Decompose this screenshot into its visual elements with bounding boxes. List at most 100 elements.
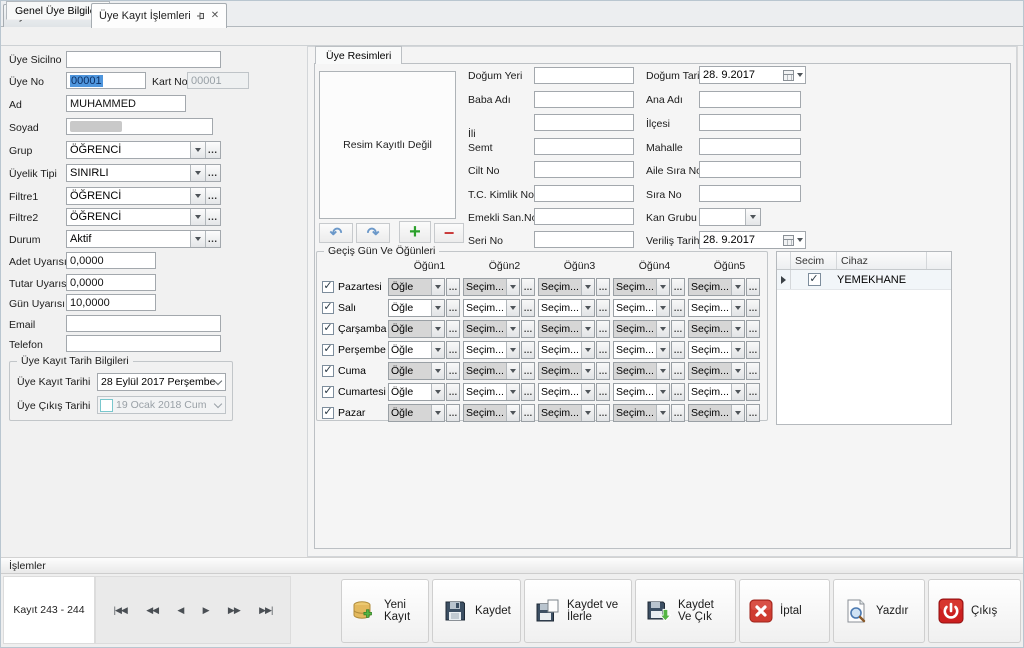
dropdown-arrow-icon[interactable] [581, 405, 594, 421]
uye-sicilno-input[interactable] [66, 51, 221, 68]
meal-ellipsis-button[interactable]: … [446, 362, 460, 380]
chevron-down-icon[interactable] [215, 374, 225, 390]
meal-combo[interactable]: Seçim... [613, 383, 670, 401]
meal-ellipsis-button[interactable]: … [746, 278, 760, 296]
filtre1-combo[interactable]: ÖĞRENCİ … [66, 187, 221, 205]
meal-ellipsis-button[interactable]: … [446, 299, 460, 317]
meal-combo[interactable]: Seçim... [688, 404, 745, 422]
secim-column-header[interactable]: Secim [791, 252, 837, 269]
meal-ellipsis-button[interactable]: … [596, 320, 610, 338]
baba-adi-input[interactable] [534, 91, 634, 108]
meal-ellipsis-button[interactable]: … [521, 341, 535, 359]
filtre2-combo[interactable]: ÖĞRENCİ … [66, 208, 221, 226]
email-input[interactable] [66, 315, 221, 332]
dropdown-arrow-icon[interactable] [731, 300, 744, 316]
yazdir-button[interactable]: Yazdır [833, 579, 925, 643]
dropdown-arrow-icon[interactable] [656, 279, 669, 295]
dropdown-arrow-icon[interactable] [190, 209, 205, 225]
meal-combo[interactable]: Seçim... [613, 362, 670, 380]
meal-combo[interactable]: Seçim... [613, 299, 670, 317]
ellipsis-button[interactable]: … [205, 142, 220, 158]
cilt-no-input[interactable] [534, 161, 634, 178]
dropdown-arrow-icon[interactable] [731, 363, 744, 379]
dropdown-arrow-icon[interactable] [431, 405, 444, 421]
soyad-input[interactable] [66, 118, 213, 135]
photo-prev-button[interactable]: ↶ [319, 223, 353, 243]
meal-combo[interactable]: Seçim... [538, 320, 595, 338]
meal-ellipsis-button[interactable]: … [446, 278, 460, 296]
meal-ellipsis-button[interactable]: … [746, 341, 760, 359]
dogum-yeri-input[interactable] [534, 67, 634, 84]
gun-uyarisi-input[interactable]: 10,0000 [66, 294, 156, 311]
meal-ellipsis-button[interactable]: … [671, 299, 685, 317]
meal-combo[interactable]: Seçim... [688, 362, 745, 380]
nav-next-button[interactable]: ▶ [203, 605, 209, 616]
meal-combo[interactable]: Seçim... [538, 341, 595, 359]
dropdown-arrow-icon[interactable] [731, 342, 744, 358]
adet-uyarisi-input[interactable]: 0,0000 [66, 252, 156, 269]
day-checkbox[interactable]: ✓ [322, 365, 334, 377]
meal-ellipsis-button[interactable]: … [446, 383, 460, 401]
dropdown-arrow-icon[interactable] [506, 279, 519, 295]
dropdown-arrow-icon[interactable] [656, 363, 669, 379]
meal-ellipsis-button[interactable]: … [746, 299, 760, 317]
meal-combo[interactable]: Seçim... [463, 278, 520, 296]
meal-combo[interactable]: Öğle [388, 383, 445, 401]
meal-combo[interactable]: Seçim... [688, 299, 745, 317]
calendar-icon[interactable] [783, 232, 805, 248]
meal-combo[interactable]: Seçim... [613, 278, 670, 296]
meal-combo[interactable]: Seçim... [688, 278, 745, 296]
dropdown-arrow-icon[interactable] [656, 384, 669, 400]
meal-combo[interactable]: Öğle [388, 341, 445, 359]
dropdown-arrow-icon[interactable] [190, 188, 205, 204]
meal-combo[interactable]: Seçim... [463, 299, 520, 317]
yeni-kayit-button[interactable]: Yeni Kayıt [341, 579, 429, 643]
dropdown-arrow-icon[interactable] [581, 342, 594, 358]
dropdown-arrow-icon[interactable] [581, 300, 594, 316]
dropdown-arrow-icon[interactable] [190, 231, 205, 247]
dogum-tarihi-date[interactable]: 28. 9.2017 [699, 66, 806, 84]
dropdown-arrow-icon[interactable] [731, 321, 744, 337]
meal-combo[interactable]: Öğle [388, 299, 445, 317]
ili-input[interactable] [534, 114, 634, 131]
cikis-tarihi-checkbox[interactable] [100, 399, 113, 412]
photo-remove-button[interactable]: − [434, 223, 464, 243]
meal-ellipsis-button[interactable]: … [521, 362, 535, 380]
ad-input[interactable]: MUHAMMED [66, 95, 186, 112]
emekli-san-no-input[interactable] [534, 208, 634, 225]
meal-ellipsis-button[interactable]: … [746, 404, 760, 422]
meal-ellipsis-button[interactable]: … [596, 383, 610, 401]
meal-combo[interactable]: Seçim... [538, 362, 595, 380]
ana-adi-input[interactable] [699, 91, 801, 108]
meal-combo[interactable]: Seçim... [688, 320, 745, 338]
meal-combo[interactable]: Öğle [388, 404, 445, 422]
dropdown-arrow-icon[interactable] [506, 300, 519, 316]
meal-ellipsis-button[interactable]: … [746, 383, 760, 401]
telefon-input[interactable] [66, 335, 221, 352]
uye-no-input[interactable]: 00001 [66, 72, 146, 89]
ellipsis-button[interactable]: … [205, 209, 220, 225]
meal-ellipsis-button[interactable]: … [746, 362, 760, 380]
dropdown-arrow-icon[interactable] [431, 321, 444, 337]
meal-ellipsis-button[interactable]: … [671, 404, 685, 422]
uye-kayit-tarihi-combo[interactable]: 28 Eylül 2017 Perşembe [97, 373, 226, 391]
meal-ellipsis-button[interactable]: … [521, 320, 535, 338]
dropdown-arrow-icon[interactable] [656, 300, 669, 316]
meal-combo[interactable]: Seçim... [463, 341, 520, 359]
dropdown-arrow-icon[interactable] [190, 142, 205, 158]
meal-ellipsis-button[interactable]: … [596, 341, 610, 359]
islemler-bar[interactable]: İşlemler [1, 557, 1024, 574]
nav-next-page-button[interactable]: ▶▶ [228, 605, 240, 616]
mahalle-input[interactable] [699, 138, 801, 155]
meal-ellipsis-button[interactable]: … [446, 341, 460, 359]
day-checkbox[interactable]: ✓ [322, 386, 334, 398]
dropdown-arrow-icon[interactable] [745, 209, 760, 225]
meal-combo[interactable]: Seçim... [463, 320, 520, 338]
meal-ellipsis-button[interactable]: … [596, 299, 610, 317]
day-checkbox[interactable]: ✓ [322, 323, 334, 335]
dropdown-arrow-icon[interactable] [506, 363, 519, 379]
tab-uye-resimleri[interactable]: Üye Resimleri [315, 46, 402, 64]
tab-uye-kayit-islemleri[interactable]: Üye Kayıt İşlemleri ✕ [91, 3, 227, 28]
meal-combo[interactable]: Seçim... [538, 404, 595, 422]
meal-ellipsis-button[interactable]: … [521, 404, 535, 422]
